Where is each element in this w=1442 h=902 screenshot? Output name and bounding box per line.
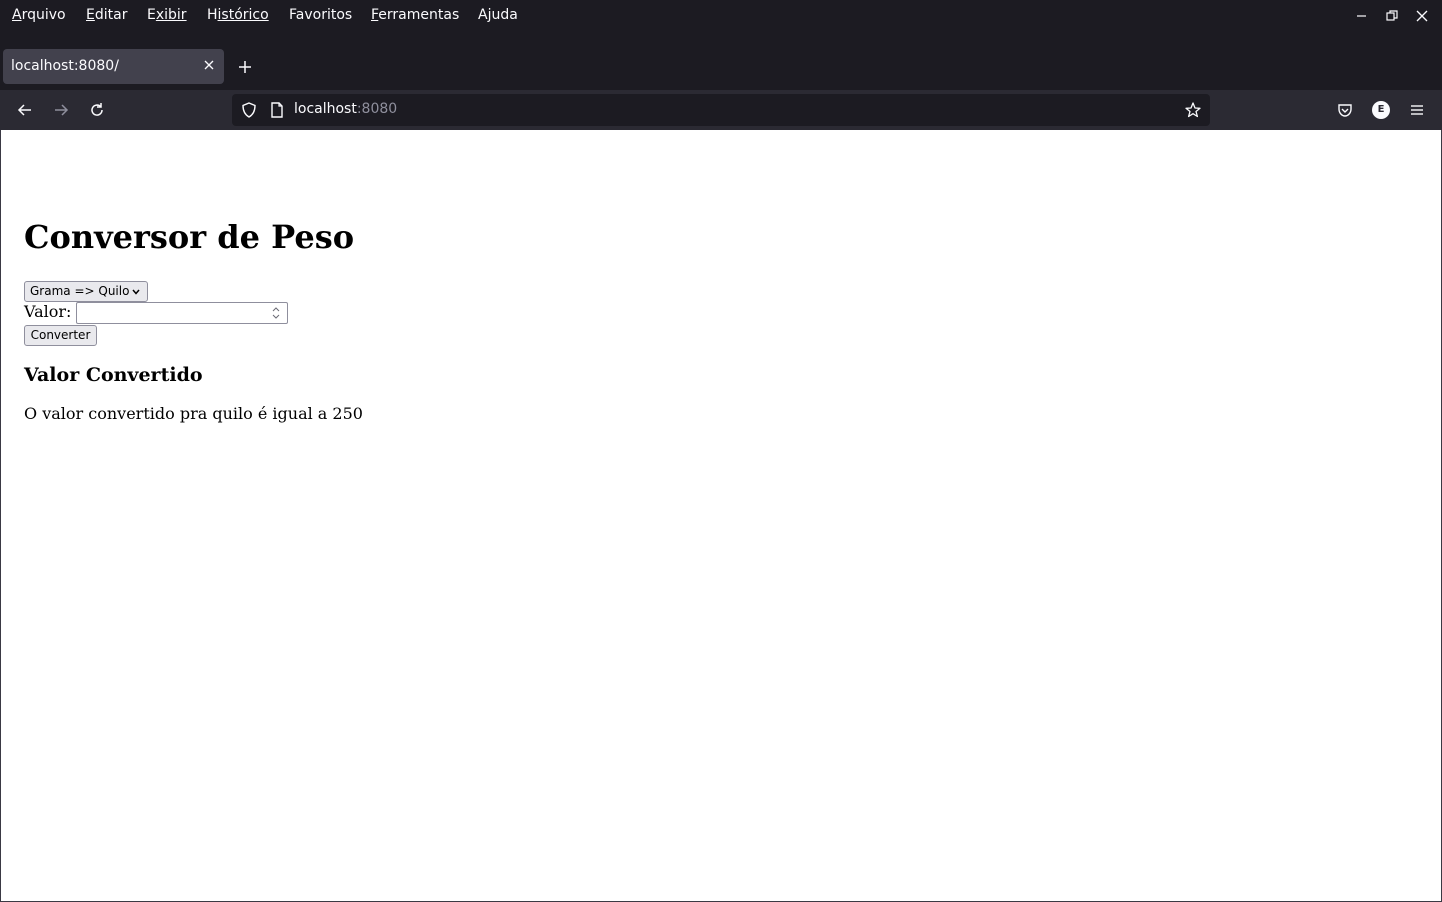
url-bar[interactable]: localhost:8080	[232, 94, 1210, 126]
tab-localhost[interactable]: localhost:8080/	[3, 49, 224, 84]
restore-icon[interactable]	[1384, 8, 1400, 24]
minimize-icon[interactable]	[1354, 8, 1370, 24]
window-border-left	[0, 130, 1, 902]
tab-strip: localhost:8080/	[0, 44, 1442, 90]
menu-historico[interactable]: Histórico	[207, 6, 269, 24]
hamburger-menu-icon[interactable]	[1408, 101, 1426, 119]
menu-ferramentas[interactable]: Ferramentas	[371, 6, 459, 24]
conversion-select[interactable]: Grama => Quilo	[24, 281, 148, 302]
chevron-down-icon	[132, 289, 140, 295]
menu-ajuda[interactable]: Ajuda	[478, 6, 518, 24]
menu-favoritos[interactable]: Favoritos	[289, 6, 352, 24]
shield-icon[interactable]	[240, 101, 258, 119]
forward-icon[interactable]	[52, 101, 70, 119]
pocket-icon[interactable]	[1336, 101, 1354, 119]
result-text: O valor convertido pra quilo é igual a 2…	[24, 404, 363, 423]
number-spinner-icon[interactable]	[271, 305, 281, 321]
valor-input[interactable]	[76, 302, 288, 324]
bookmark-star-icon[interactable]	[1184, 101, 1202, 119]
menu-arquivo[interactable]: Arquivo	[12, 6, 66, 24]
page-title: Conversor de Peso	[24, 218, 355, 256]
menu-bar: Arquivo Editar Exibir Histórico Favorito…	[0, 0, 1442, 32]
new-tab-icon[interactable]	[236, 58, 254, 76]
valor-label: Valor:	[24, 302, 72, 321]
page-content: Conversor de Peso Grama => Quilo Valor: …	[1, 130, 1441, 901]
back-icon[interactable]	[16, 101, 34, 119]
close-tab-icon[interactable]	[202, 58, 216, 72]
account-avatar[interactable]: E	[1372, 101, 1390, 119]
url-text[interactable]: localhost:8080	[294, 101, 397, 117]
reload-icon[interactable]	[88, 101, 106, 119]
converter-button[interactable]: Converter	[24, 325, 97, 346]
tab-title: localhost:8080/	[11, 58, 119, 74]
page-icon[interactable]	[268, 101, 286, 119]
menu-exibir[interactable]: Exibir	[147, 6, 187, 24]
navigation-bar: localhost:8080 E	[0, 90, 1442, 130]
menu-editar[interactable]: Editar	[86, 6, 127, 24]
result-heading: Valor Convertido	[24, 364, 203, 386]
close-window-icon[interactable]	[1414, 8, 1430, 24]
conversion-select-value: Grama => Quilo	[30, 284, 130, 298]
